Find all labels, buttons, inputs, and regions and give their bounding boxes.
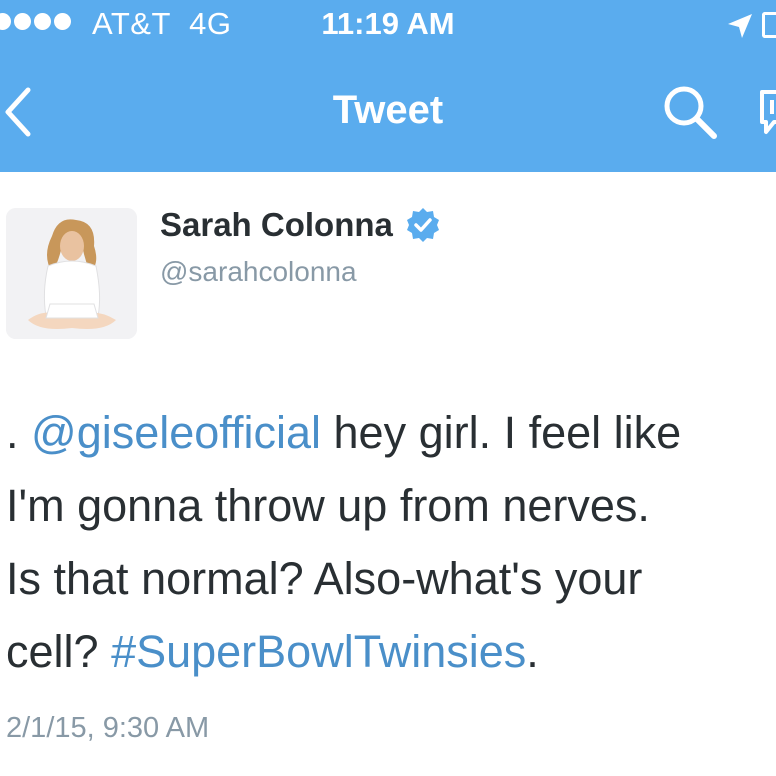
search-icon[interactable] bbox=[660, 82, 720, 142]
location-arrow-icon bbox=[728, 14, 752, 38]
author-handle[interactable]: @sarahcolonna bbox=[160, 256, 357, 288]
mention-link[interactable]: @giseleofficial bbox=[31, 407, 321, 458]
tweet-line-2: I'm gonna throw up from nerves. bbox=[6, 480, 650, 531]
nav-bar: Tweet bbox=[0, 50, 776, 172]
verified-badge-icon bbox=[406, 208, 439, 242]
tweet-text: . @giseleofficial hey girl. I feel like … bbox=[6, 396, 776, 688]
tweet-line-1-prefix: . bbox=[6, 407, 32, 458]
status-time: 11:19 AM bbox=[321, 6, 455, 41]
avatar-image bbox=[6, 208, 137, 339]
compose-icon[interactable] bbox=[748, 84, 776, 140]
tweet-line-1-rest: hey girl. I feel like bbox=[321, 407, 682, 458]
tweet-line-4: cell? #SuperBowlTwinsies. bbox=[6, 615, 776, 688]
tweet-timestamp: 2/1/15, 9:30 AM bbox=[6, 712, 210, 744]
tweet-detail-screen: AT&T 4G 11:19 AM Tweet Sarah Colonna @sa… bbox=[0, 0, 776, 776]
hashtag-link[interactable]: #SuperBowlTwinsies bbox=[111, 626, 526, 677]
tweet-line-4-suffix: . bbox=[526, 626, 539, 677]
battery-icon bbox=[762, 12, 776, 38]
tweet-line-1: . @giseleofficial hey girl. I feel like bbox=[6, 396, 776, 469]
avatar[interactable] bbox=[6, 208, 137, 339]
tweet-line-4-prefix: cell? bbox=[6, 626, 112, 677]
header: AT&T 4G 11:19 AM Tweet bbox=[0, 0, 776, 172]
tweet-line-3: Is that normal? Also-what's your bbox=[6, 553, 643, 604]
author-name-row[interactable]: Sarah Colonna bbox=[160, 206, 441, 244]
author-name[interactable]: Sarah Colonna bbox=[160, 206, 393, 244]
status-bar: AT&T 4G 11:19 AM bbox=[0, 0, 776, 50]
